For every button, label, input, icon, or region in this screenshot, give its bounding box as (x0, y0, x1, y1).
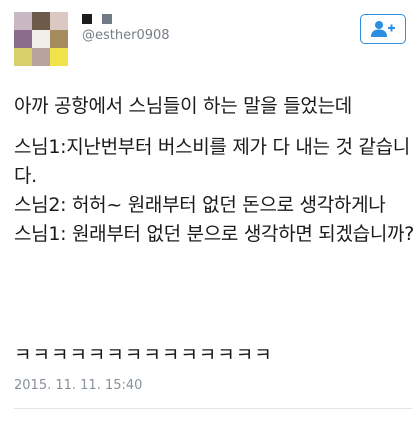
avatar-pixel (14, 12, 32, 30)
avatar-pixel (50, 48, 68, 66)
avatar-pixel (32, 48, 50, 66)
mosaic-block (92, 14, 102, 24)
tweet-laugh-line: ㅋㅋㅋㅋㅋㅋㅋㅋㅋㅋㅋㅋㅋㅋ (14, 344, 273, 366)
avatar-pixel (50, 30, 68, 48)
avatar-pixel (32, 30, 50, 48)
mosaic-block (82, 14, 92, 24)
tweet-line: 스님2: 허허~ 원래부터 없던 돈으로 생각하게나 (14, 194, 386, 216)
tweet-text: 아까 공항에서 스님들이 하는 말을 들었는데 스님1:지난번부터 버스비를 제… (14, 92, 414, 249)
user-identity[interactable]: @esther0908 (82, 14, 170, 43)
tweet-timestamp[interactable]: 2015. 11. 11. 15:40 (14, 378, 142, 393)
avatar[interactable] (14, 12, 68, 66)
avatar-pixel (14, 48, 32, 66)
avatar-pixel (50, 12, 68, 30)
add-user-icon (371, 21, 395, 37)
mosaic-block (102, 14, 112, 24)
avatar-pixel (32, 12, 50, 30)
divider (14, 408, 412, 409)
tweet-line: 아까 공항에서 스님들이 하는 말을 들었는데 (14, 95, 352, 117)
follow-button[interactable] (360, 14, 406, 44)
display-name-mosaic (82, 14, 170, 24)
avatar-pixel (14, 30, 32, 48)
engagement-stats-obscured (14, 420, 194, 434)
tweet-line: 스님1:지난번부터 버스비를 제가 다 내는 것 같습니다. (14, 136, 410, 187)
user-handle[interactable]: @esther0908 (82, 28, 170, 43)
tweet-line: 스님1: 원래부터 없던 분으로 생각하면 되겠습니까? (14, 223, 414, 245)
